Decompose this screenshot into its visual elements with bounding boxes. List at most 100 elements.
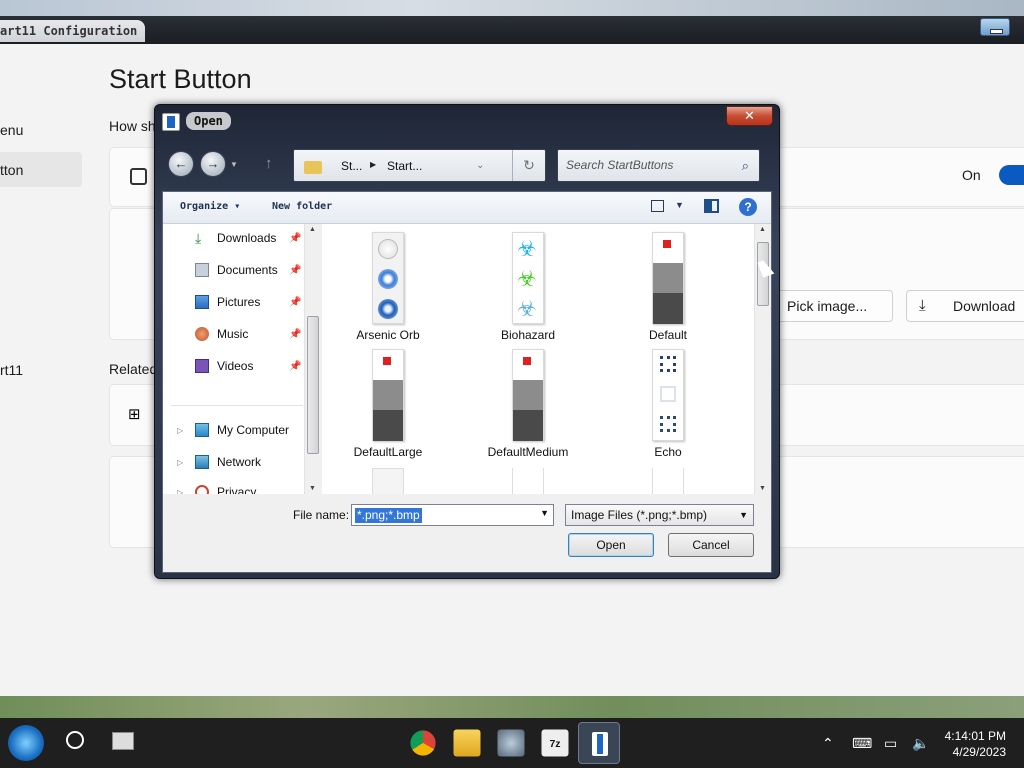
chevron-down-icon[interactable]: ▼	[540, 508, 549, 518]
file-name: Biohazard	[500, 328, 556, 342]
pin-icon[interactable]: 📌	[289, 265, 301, 276]
new-folder-button[interactable]: New folder	[272, 201, 332, 212]
back-button[interactable]: ←	[168, 151, 194, 177]
music-icon	[195, 327, 209, 341]
expand-icon[interactable]: ▷	[177, 488, 183, 494]
nav-item-start-menu[interactable]: enu	[0, 122, 23, 138]
nav-item-start-button[interactable]: tton	[0, 162, 23, 178]
expand-icon[interactable]: ▷	[177, 426, 183, 435]
file-type-value: Image Files (*.png;*.bmp)	[571, 508, 708, 522]
file-preview-partial[interactable]	[652, 468, 684, 494]
expand-icon[interactable]: ▷	[177, 458, 183, 467]
address-bar[interactable]: St... ▶ Start... ⌄ ↻	[293, 149, 546, 182]
download-label: Download	[953, 298, 1016, 314]
refresh-icon: ↻	[523, 157, 535, 173]
help-icon[interactable]: ?	[739, 198, 757, 216]
file-preview: ☣ ☣ ☣	[512, 232, 544, 324]
file-preview	[512, 349, 544, 441]
file-name: Echo	[654, 445, 682, 459]
dialog-title: Open	[186, 112, 231, 130]
nav-scrollbar-thumb[interactable]	[307, 316, 319, 454]
search-icon[interactable]	[66, 731, 84, 749]
task-view-icon[interactable]	[112, 732, 134, 750]
privacy-icon	[195, 485, 209, 494]
up-arrow-icon[interactable]: ↑	[265, 155, 273, 172]
chevron-down-icon: ▼	[739, 510, 748, 520]
page-title: Start Button	[109, 64, 252, 94]
history-dropdown-icon[interactable]: ▼	[230, 160, 238, 169]
breadcrumb-1[interactable]: St...	[341, 159, 362, 173]
image-icon	[130, 168, 147, 185]
open-button[interactable]: Open	[568, 533, 654, 557]
settings-gear-icon[interactable]	[497, 729, 525, 757]
network-icon[interactable]: ▭	[884, 735, 897, 752]
file-name: Arsenic Orb	[356, 328, 420, 342]
file-name-input[interactable]: *.png;*.bmp ▼	[351, 504, 554, 526]
scroll-up-icon[interactable]: ▲	[759, 226, 766, 233]
file-name: DefaultLarge	[353, 445, 423, 459]
scroll-up-icon[interactable]: ▲	[309, 226, 316, 233]
clock[interactable]: 4:14:01 PM 4/29/2023	[945, 728, 1006, 760]
7zip-icon[interactable]: 7z	[541, 729, 569, 757]
organize-menu[interactable]: Organize ▾	[180, 201, 240, 212]
file-preview	[372, 349, 404, 441]
breadcrumb-2[interactable]: Start...	[387, 159, 422, 173]
pick-image-button[interactable]: Pick image...	[771, 290, 893, 322]
toggle-label: On	[962, 167, 981, 183]
preview-pane-icon[interactable]	[704, 199, 719, 213]
dialog-body: Organize ▾ New folder ▼ ? ⤓ Downloads 📌 …	[162, 191, 772, 573]
file-list: Arsenic Orb ☣ ☣ ☣ Biohazard Default Defa…	[322, 224, 754, 494]
view-dropdown-icon[interactable]: ▼	[675, 200, 684, 210]
nav-scrollbar[interactable]: ▲ ▼	[304, 224, 321, 494]
section-how: How sh	[109, 118, 156, 134]
open-file-dialog: Open ✕ ← → ▼ ↑ St... ▶ Start... ⌄ ↻ Sear…	[154, 104, 780, 579]
dialog-toolbar: Organize ▾ New folder ▼ ?	[163, 192, 771, 224]
scroll-down-icon[interactable]: ▼	[309, 485, 316, 492]
file-preview	[372, 232, 404, 324]
search-placeholder: Search StartButtons	[566, 158, 674, 172]
app-icon	[162, 113, 180, 131]
chrome-icon[interactable]	[410, 730, 436, 756]
start11-icon[interactable]	[578, 722, 620, 764]
app-title: art11 Configuration	[0, 20, 146, 42]
refresh-button[interactable]: ↻	[512, 150, 545, 181]
file-explorer-icon[interactable]	[453, 729, 481, 757]
cancel-button[interactable]: Cancel	[668, 533, 754, 557]
view-icon[interactable]	[651, 200, 664, 212]
file-preview	[652, 232, 684, 324]
minimize-button[interactable]	[980, 18, 1010, 36]
close-button[interactable]: ✕	[726, 106, 773, 126]
search-input[interactable]: Search StartButtons ⌕	[557, 149, 760, 182]
start-orb-icon[interactable]	[8, 725, 44, 761]
pin-icon[interactable]: 📌	[289, 329, 301, 340]
arrow-left-icon: ←	[174, 156, 188, 171]
documents-icon	[195, 263, 209, 277]
download-button[interactable]: Download ⤓	[906, 290, 1024, 322]
clock-date: 4/29/2023	[952, 745, 1006, 759]
file-name-label: File name:	[293, 508, 350, 522]
address-dropdown-icon[interactable]: ⌄	[476, 160, 484, 171]
file-preview-partial[interactable]	[512, 468, 544, 494]
clock-time: 4:14:01 PM	[944, 729, 1006, 743]
file-type-select[interactable]: Image Files (*.png;*.bmp) ▼	[565, 504, 754, 526]
file-preview	[652, 349, 684, 441]
keyboard-icon[interactable]: ⌨	[852, 735, 872, 752]
file-preview-partial[interactable]	[372, 468, 404, 494]
pin-icon[interactable]: 📌	[289, 297, 301, 308]
folder-icon	[304, 161, 322, 174]
volume-icon[interactable]: 🔈	[912, 735, 929, 752]
navigation-pane: ⤓ Downloads 📌 Documents 📌 Pictures 📌 Mus…	[163, 224, 321, 494]
chevron-up-icon[interactable]: ⌃	[822, 735, 834, 752]
app-titlebar: art11 Configuration	[0, 16, 1024, 44]
forward-button[interactable]: →	[200, 151, 226, 177]
pin-icon[interactable]: 📌	[289, 361, 301, 372]
file-name: Default	[648, 328, 688, 342]
start-button-toggle[interactable]	[999, 165, 1024, 185]
scroll-down-icon[interactable]: ▼	[759, 485, 766, 492]
pin-icon[interactable]: 📌	[289, 233, 301, 244]
file-name-value: *.png;*.bmp	[355, 508, 422, 523]
nav-item-start11[interactable]: rt11	[0, 362, 23, 378]
file-name: DefaultMedium	[487, 445, 569, 459]
download-icon: ⤓	[195, 230, 202, 246]
arrow-right-icon: →	[206, 156, 220, 171]
